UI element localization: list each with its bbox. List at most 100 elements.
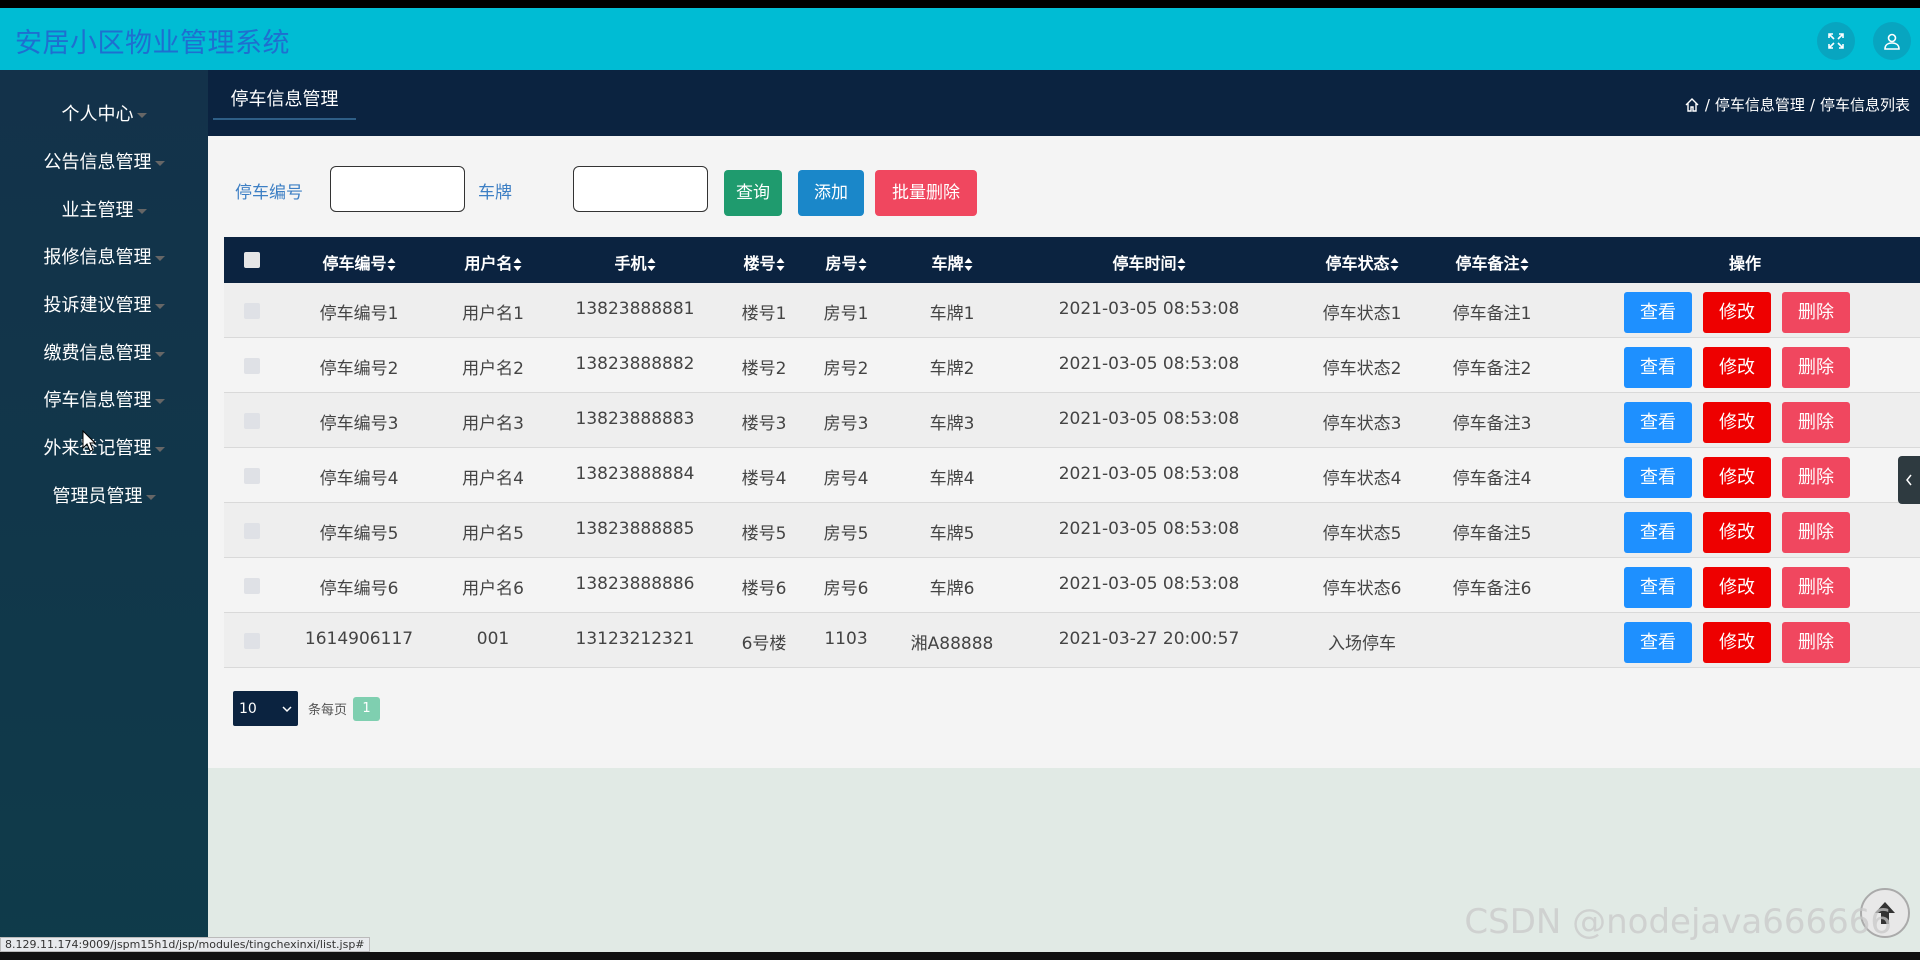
sidebar-item-owner[interactable]: 业主管理: [0, 194, 208, 228]
caret-down-icon: [136, 112, 147, 118]
delete-button[interactable]: 删除: [1782, 567, 1850, 608]
sort-icon[interactable]: [387, 258, 396, 271]
sort-icon[interactable]: [1177, 258, 1186, 271]
sort-icon[interactable]: [647, 258, 656, 271]
parking-number-input[interactable]: [330, 166, 465, 212]
view-button[interactable]: 查看: [1624, 567, 1692, 608]
table-cell: 房号2: [823, 359, 869, 379]
sidebar-item-personal-center[interactable]: 个人中心: [0, 98, 208, 132]
page-number-button[interactable]: 1: [353, 696, 381, 721]
batch-delete-button[interactable]: 批量删除: [875, 170, 977, 216]
delete-button[interactable]: 删除: [1782, 292, 1850, 333]
edit-button[interactable]: 修改: [1703, 567, 1771, 608]
view-button[interactable]: 查看: [1624, 512, 1692, 553]
home-icon[interactable]: [1684, 97, 1700, 113]
edit-button[interactable]: 修改: [1703, 622, 1771, 663]
column-header[interactable]: 楼号: [743, 250, 785, 274]
table-cell: 停车备注1: [1452, 304, 1532, 324]
column-header[interactable]: 车牌: [931, 250, 973, 274]
breadcrumb-separator: /: [1809, 95, 1815, 114]
table-cell: 2021-03-05 08:53:08: [1058, 519, 1240, 539]
view-button[interactable]: 查看: [1624, 402, 1692, 443]
column-header[interactable]: 停车时间: [1112, 250, 1186, 274]
nav-bar: 停车信息管理 / 停车信息管理 / 停车信息列表: [208, 70, 1920, 136]
table-cell: 车牌6: [929, 579, 975, 599]
table-cell: 13823888884: [575, 464, 695, 484]
column-header[interactable]: 房号: [825, 250, 867, 274]
delete-button[interactable]: 删除: [1782, 457, 1850, 498]
table-cell: 13123212321: [575, 629, 695, 649]
table-cell: 13823888886: [575, 574, 695, 594]
edit-button[interactable]: 修改: [1703, 402, 1771, 443]
column-header[interactable]: 用户名: [464, 250, 522, 274]
row-checkbox[interactable]: [244, 523, 260, 539]
sidebar: 个人中心 公告信息管理 业主管理 报修信息管理 投诉建议管理 缴费信息管理 停车…: [0, 70, 208, 960]
table-cell: 房号1: [823, 304, 869, 324]
sidebar-item-notice[interactable]: 公告信息管理: [0, 146, 208, 180]
row-checkbox[interactable]: [244, 633, 260, 649]
fullscreen-icon[interactable]: [1817, 22, 1855, 60]
delete-button[interactable]: 删除: [1782, 512, 1850, 553]
column-header[interactable]: 停车状态: [1325, 250, 1399, 274]
table-cell: 用户名2: [462, 359, 524, 379]
caret-down-icon: [145, 494, 156, 500]
row-checkbox[interactable]: [244, 413, 260, 429]
sidebar-item-label: 投诉建议管理: [43, 295, 152, 316]
sort-icon[interactable]: [1520, 258, 1529, 271]
table-cell: 停车编号6: [319, 579, 399, 599]
delete-button[interactable]: 删除: [1782, 622, 1850, 663]
sidebar-item-admin[interactable]: 管理员管理: [0, 480, 208, 514]
edit-button[interactable]: 修改: [1703, 347, 1771, 388]
table-cell: 停车状态2: [1322, 359, 1402, 379]
table-cell: 楼号3: [741, 414, 787, 434]
column-header[interactable]: 停车备注: [1455, 250, 1529, 274]
column-header-actions: 操作: [1728, 254, 1762, 273]
table-cell: 停车备注2: [1452, 359, 1532, 379]
sidebar-item-repair[interactable]: 报修信息管理: [0, 241, 208, 275]
chevron-left-icon[interactable]: [1898, 456, 1920, 504]
sort-icon[interactable]: [858, 258, 867, 271]
table-cell: 用户名6: [462, 579, 524, 599]
edit-button[interactable]: 修改: [1703, 512, 1771, 553]
sort-icon[interactable]: [1390, 258, 1399, 271]
table-cell: 1614906117: [304, 629, 414, 649]
breadcrumb-item[interactable]: 停车信息管理: [1715, 94, 1805, 115]
delete-button[interactable]: 删除: [1782, 402, 1850, 443]
column-header[interactable]: 停车编号: [322, 250, 396, 274]
sidebar-item-visitor[interactable]: 外来登记管理: [0, 432, 208, 466]
edit-button[interactable]: 修改: [1703, 457, 1771, 498]
table-cell: 停车备注6: [1452, 579, 1532, 599]
tab-parking-management[interactable]: 停车信息管理: [213, 82, 356, 120]
table-row: 停车编号1 用户名1 13823888881 楼号1 房号1 车牌1 2021-03-05 …: [224, 283, 1920, 338]
delete-button[interactable]: 删除: [1782, 347, 1850, 388]
app-title: 安居小区物业管理系统: [15, 28, 290, 59]
sidebar-item-label: 管理员管理: [52, 486, 143, 507]
sort-icon[interactable]: [513, 258, 522, 271]
sidebar-item-payment[interactable]: 缴费信息管理: [0, 337, 208, 371]
query-button[interactable]: 查询: [724, 170, 782, 216]
view-button[interactable]: 查看: [1624, 347, 1692, 388]
edit-button[interactable]: 修改: [1703, 292, 1771, 333]
view-button[interactable]: 查看: [1624, 457, 1692, 498]
mouse-cursor-icon: [82, 429, 97, 456]
row-checkbox[interactable]: [244, 358, 260, 374]
user-icon[interactable]: [1873, 22, 1911, 60]
sort-icon[interactable]: [964, 258, 973, 271]
sidebar-item-parking[interactable]: 停车信息管理: [0, 384, 208, 418]
caret-down-icon: [154, 446, 165, 452]
view-button[interactable]: 查看: [1624, 292, 1692, 333]
select-all-checkbox[interactable]: [244, 252, 260, 268]
table-cell: 房号5: [823, 524, 869, 544]
table-cell: 楼号5: [741, 524, 787, 544]
row-checkbox[interactable]: [244, 303, 260, 319]
row-checkbox[interactable]: [244, 578, 260, 594]
add-button[interactable]: 添加: [798, 170, 864, 216]
view-button[interactable]: 查看: [1624, 622, 1692, 663]
table-row: 1614906117 001 13123212321 6号楼 1103 湘A88888 20…: [224, 613, 1920, 668]
column-header[interactable]: 手机: [614, 250, 656, 274]
row-checkbox[interactable]: [244, 468, 260, 484]
page-size-select[interactable]: 10: [233, 691, 298, 726]
plate-input[interactable]: [573, 166, 708, 212]
sort-icon[interactable]: [776, 258, 785, 271]
sidebar-item-complaint[interactable]: 投诉建议管理: [0, 289, 208, 323]
